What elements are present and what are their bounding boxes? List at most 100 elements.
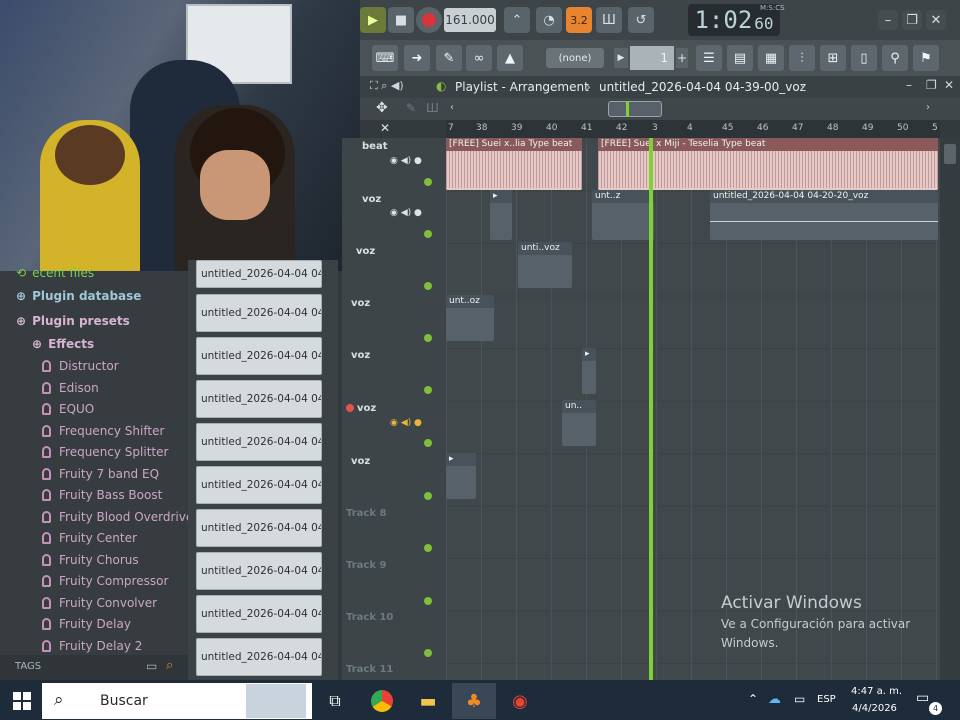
arrow-right-icon[interactable]: ➜ — [404, 45, 430, 71]
file-item[interactable]: untitled_2026-04-04 04-... — [196, 552, 322, 590]
countdown-button[interactable]: 3.2 — [566, 7, 592, 33]
track-name-empty[interactable]: Track 11 — [346, 664, 393, 675]
blend-notes-icon[interactable]: Ш — [596, 7, 622, 33]
track-controls-icons[interactable]: ◉ ◀) ● — [390, 156, 422, 166]
audio-clip[interactable]: ▸ — [490, 190, 512, 240]
pattern-number[interactable]: 1 — [630, 46, 674, 70]
effect-item[interactable]: Fruity Delay — [42, 614, 131, 634]
file-item[interactable]: untitled_2026-04-04 04-... — [196, 638, 322, 676]
language-indicator[interactable]: ESP — [817, 694, 836, 705]
close-button[interactable]: ✕ — [926, 10, 946, 30]
track-led[interactable] — [424, 178, 432, 186]
audio-clip[interactable]: unti..voz — [518, 242, 572, 288]
file-item[interactable]: untitled_2026-04-04 04-... — [196, 294, 322, 332]
audio-clip[interactable]: [FREE] Suei x..lia Type beat — [446, 138, 582, 190]
effect-item[interactable]: Distructor — [42, 356, 119, 376]
track-name[interactable]: beat — [362, 141, 387, 152]
clock-time[interactable]: 4:47 a. m. — [851, 686, 902, 697]
effect-item[interactable]: EQUO — [42, 399, 94, 419]
plugin-icon[interactable]: ⚲ — [882, 45, 908, 71]
file-item[interactable]: untitled_2026-04-04 04-... — [196, 380, 322, 418]
audio-clip[interactable]: untitled_2026-04-04 04-20-20_voz — [710, 190, 938, 240]
file-item[interactable]: untitled_2026-04-04 04-... — [196, 337, 322, 375]
clock-date[interactable]: 4/4/2026 — [852, 703, 897, 714]
track-name[interactable]: voz — [351, 298, 370, 309]
time-scrollbar-thumb[interactable] — [608, 101, 662, 117]
file-item[interactable]: untitled_2026-04-04 04-... — [196, 423, 322, 461]
effect-item[interactable]: Fruity Convolver — [42, 593, 157, 613]
snap-select[interactable]: (none) — [546, 48, 604, 68]
effect-item[interactable]: Fruity Delay 2 — [42, 636, 142, 656]
track-led[interactable] — [424, 386, 432, 394]
obs-icon[interactable]: ◉ — [498, 683, 542, 719]
loop-record-icon[interactable]: ↺ — [628, 7, 654, 33]
playhead[interactable] — [649, 138, 653, 680]
file-item[interactable]: untitled_2026-04-04 04-... — [196, 595, 322, 633]
task-view-icon[interactable]: ⧉ — [313, 683, 357, 719]
audio-clip[interactable]: unt..oz — [446, 295, 494, 341]
fl-studio-icon[interactable]: ♣ — [452, 683, 496, 719]
track-name[interactable]: voz — [351, 456, 370, 467]
track-led[interactable] — [424, 439, 432, 447]
stamp-icon[interactable]: ▲ — [497, 45, 523, 71]
playlist-maximize-button[interactable]: ❐ — [926, 78, 937, 92]
maximize-button[interactable]: ❐ — [902, 10, 922, 30]
effect-item[interactable]: Fruity Bass Boost — [42, 485, 162, 505]
audio-clip[interactable]: un.. — [562, 400, 596, 446]
track-name[interactable]: voz — [356, 246, 375, 257]
effect-item[interactable]: Fruity Center — [42, 528, 137, 548]
file-item[interactable]: untitled_2026-04-04 04-... — [196, 466, 322, 504]
effect-item[interactable]: Frequency Shifter — [42, 421, 164, 441]
stop-button[interactable]: ■ — [388, 7, 414, 33]
browser-icon[interactable]: ⊞ — [820, 45, 846, 71]
track-name-empty[interactable]: Track 9 — [346, 560, 386, 571]
effect-item[interactable]: Frequency Splitter — [42, 442, 168, 462]
play-button[interactable]: ▶ — [360, 7, 386, 33]
timeline-ruler[interactable]: 7 38 39 40 41 42 3 4 45 46 47 48 49 50 5 — [446, 120, 940, 138]
record-arm-icon[interactable] — [346, 404, 354, 412]
scroll-left-icon[interactable]: ‹ — [450, 102, 454, 113]
piano-roll-icon[interactable]: ▤ — [727, 45, 753, 71]
effects-folder[interactable]: ⊕ Effects — [32, 334, 94, 354]
tray-expand-icon[interactable]: ⌃ — [748, 692, 758, 706]
vertical-scrollbar[interactable] — [940, 138, 960, 680]
draw-icon[interactable]: ✎ — [406, 101, 416, 115]
track-led[interactable] — [424, 282, 432, 290]
track-led[interactable] — [424, 649, 432, 657]
pattern-prev-button[interactable]: ▶ — [614, 48, 628, 68]
playlist-track-area[interactable]: [FREE] Suei x..lia Type beat [FREE] Suei… — [446, 138, 940, 680]
scroll-right-icon[interactable]: › — [926, 102, 930, 113]
track-name-empty[interactable]: Track 10 — [346, 612, 393, 623]
track-name-empty[interactable]: Track 8 — [346, 508, 386, 519]
pattern-add-button[interactable]: + — [676, 48, 688, 68]
folder-icon[interactable]: ▭ — [146, 659, 157, 673]
chrome-icon[interactable] — [360, 683, 404, 719]
move-icon[interactable]: ✥ — [376, 100, 388, 116]
piano-icon[interactable]: Ш — [426, 101, 439, 115]
playlist-icon[interactable]: ☰ — [696, 45, 722, 71]
wait-record-icon[interactable]: ◔ — [536, 7, 562, 33]
playlist-close-button[interactable]: ✕ — [944, 78, 954, 92]
effect-item[interactable]: Edison — [42, 378, 99, 398]
audio-clip[interactable]: unt..z — [592, 190, 654, 240]
onedrive-icon[interactable]: ☁ — [768, 692, 781, 707]
metronome-icon[interactable]: ⌃ — [504, 7, 530, 33]
network-icon[interactable]: ▭ — [794, 692, 805, 706]
close-track-icon[interactable]: ✕ — [380, 121, 390, 135]
tempo-display[interactable]: 161.000 — [444, 8, 496, 32]
mixer-icon[interactable]: ⫶ — [789, 45, 815, 71]
track-led[interactable] — [424, 597, 432, 605]
playlist-minimize-button[interactable]: – — [906, 78, 912, 92]
track-led[interactable] — [424, 230, 432, 238]
effect-item[interactable]: Fruity Chorus — [42, 550, 139, 570]
recent-files-item[interactable]: ⟲ ecent files — [16, 263, 94, 283]
track-led[interactable] — [424, 544, 432, 552]
start-button[interactable] — [0, 683, 44, 719]
audio-clip[interactable]: ▸ — [582, 348, 596, 394]
effect-item[interactable]: Fruity 7 band EQ — [42, 464, 159, 484]
track-led[interactable] — [424, 492, 432, 500]
effect-item[interactable]: Fruity Blood Overdrive — [42, 507, 193, 527]
file-item[interactable]: untitled_2026-04-04 04-... — [196, 260, 322, 288]
file-explorer-icon[interactable]: ▬ — [406, 683, 450, 719]
search-icon[interactable]: ⌕ — [166, 658, 173, 673]
